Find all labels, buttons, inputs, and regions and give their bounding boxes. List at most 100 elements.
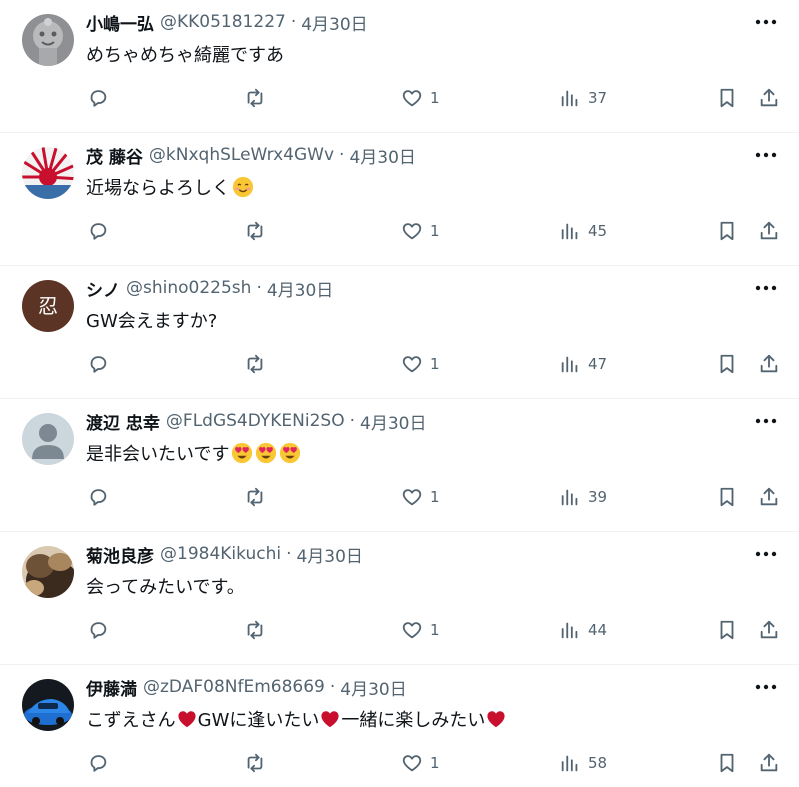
more-icon (755, 684, 777, 690)
like-count: 1 (430, 89, 440, 107)
tweet-header: 菊池良彦 @1984Kikuchi · 4月30日 (86, 542, 739, 567)
bookmark-button[interactable] (716, 217, 738, 245)
tweet[interactable]: 忍 シノ @shino0225sh · 4月30日 GW会えますか? 1 47 (0, 266, 799, 399)
bookmark-button[interactable] (716, 84, 738, 112)
view-count: 58 (588, 754, 608, 772)
separator-dot: · (290, 12, 297, 32)
like-button[interactable]: 1 (401, 483, 440, 511)
user-handle[interactable]: @shino0225sh (126, 278, 251, 298)
avatar[interactable] (22, 546, 74, 598)
avatar[interactable] (22, 14, 74, 66)
retweet-icon (247, 354, 263, 374)
bookmark-button[interactable] (716, 749, 738, 777)
like-button[interactable]: 1 (401, 217, 440, 245)
reply-icon (90, 489, 107, 506)
display-name[interactable]: 伊藤満 (86, 675, 137, 700)
like-icon (402, 223, 422, 240)
avatar[interactable] (22, 147, 74, 199)
tweet[interactable]: 渡辺 忠幸 @FLdGS4DYKENi2SO · 4月30日 是非会いたいです (0, 399, 799, 532)
user-handle[interactable]: @KK05181227 (160, 12, 286, 32)
like-button[interactable]: 1 (401, 84, 440, 112)
tweet-date[interactable]: 4月30日 (340, 675, 406, 700)
bookmark-button[interactable] (716, 616, 738, 644)
bookmark-icon (720, 221, 734, 241)
tweet[interactable]: 茂 藤谷 @kNxqhSLeWrx4GWv · 4月30日 近場ならよろしく 1… (0, 133, 799, 266)
like-button[interactable]: 1 (401, 350, 440, 378)
reply-button[interactable] (87, 616, 109, 644)
tweet-date[interactable]: 4月30日 (267, 276, 333, 301)
tweet-text-part: GWに逢いたい (197, 710, 320, 731)
tweet-date[interactable]: 4月30日 (296, 542, 362, 567)
display-name[interactable]: 茂 藤谷 (86, 143, 143, 168)
more-options-button[interactable] (753, 544, 779, 564)
views-button[interactable]: 44 (559, 616, 607, 644)
like-button[interactable]: 1 (401, 749, 440, 777)
views-button[interactable]: 58 (559, 749, 607, 777)
views-button[interactable]: 45 (559, 217, 607, 245)
views-button[interactable]: 39 (559, 483, 607, 511)
tweet-text-part: 一緒に楽しみたい (341, 710, 486, 731)
share-button[interactable] (758, 350, 780, 378)
action-bar: 1 44 (0, 616, 799, 644)
user-handle[interactable]: @1984Kikuchi (160, 544, 281, 564)
share-button[interactable] (758, 749, 780, 777)
like-icon (402, 90, 422, 107)
retweet-button[interactable] (244, 350, 266, 378)
retweet-button[interactable] (244, 749, 266, 777)
like-icon (402, 755, 422, 772)
more-options-button[interactable] (753, 677, 779, 697)
views-button[interactable]: 47 (559, 350, 607, 378)
user-handle[interactable]: @FLdGS4DYKENi2SO (166, 411, 345, 431)
avatar[interactable] (22, 679, 74, 731)
reply-button[interactable] (87, 483, 109, 511)
more-options-button[interactable] (753, 411, 779, 431)
action-bar: 1 37 (0, 84, 799, 112)
reply-icon (90, 755, 107, 772)
tweet-text-part: 是非会いたいです (86, 444, 230, 465)
reply-button[interactable] (87, 84, 109, 112)
retweet-button[interactable] (244, 217, 266, 245)
retweet-button[interactable] (244, 616, 266, 644)
retweet-icon (247, 221, 263, 241)
more-icon (755, 551, 777, 557)
user-handle[interactable]: @kNxqhSLeWrx4GWv (149, 145, 334, 165)
views-icon (561, 622, 578, 639)
red-heart-emoji (178, 711, 196, 728)
more-options-button[interactable] (753, 278, 779, 298)
like-button[interactable]: 1 (401, 616, 440, 644)
reply-button[interactable] (87, 350, 109, 378)
bookmark-button[interactable] (716, 483, 738, 511)
reply-button[interactable] (87, 749, 109, 777)
share-button[interactable] (758, 217, 780, 245)
tweet[interactable]: 伊藤満 @zDAF08NfEm68669 · 4月30日 こずえさん GWに逢い… (0, 665, 799, 787)
tweet[interactable]: 小嶋一弘 @KK05181227 · 4月30日 めちゃめちゃ綺麗ですあ 1 3… (0, 0, 799, 133)
display-name[interactable]: 菊池良彦 (86, 542, 154, 567)
bookmark-icon (720, 354, 734, 374)
retweet-button[interactable] (244, 84, 266, 112)
display-name[interactable]: 小嶋一弘 (86, 10, 154, 35)
tweet-date[interactable]: 4月30日 (349, 143, 415, 168)
tweet-text: 是非会いたいです (86, 440, 301, 466)
retweet-icon (247, 620, 263, 640)
bookmark-button[interactable] (716, 350, 738, 378)
reply-icon (90, 223, 107, 240)
tweet-text-part: 近場ならよろしく (86, 178, 230, 199)
reply-button[interactable] (87, 217, 109, 245)
share-button[interactable] (758, 616, 780, 644)
avatar[interactable] (22, 413, 74, 465)
share-button[interactable] (758, 483, 780, 511)
tweet-date[interactable]: 4月30日 (301, 10, 367, 35)
retweet-button[interactable] (244, 483, 266, 511)
share-button[interactable] (758, 84, 780, 112)
user-handle[interactable]: @zDAF08NfEm68669 (143, 677, 325, 697)
tweet[interactable]: 菊池良彦 @1984Kikuchi · 4月30日 会ってみたいです。 1 44 (0, 532, 799, 665)
display-name[interactable]: 渡辺 忠幸 (86, 409, 160, 434)
views-button[interactable]: 37 (559, 84, 607, 112)
display-name[interactable]: シノ (86, 276, 120, 301)
more-options-button[interactable] (753, 145, 779, 165)
share-icon (760, 620, 778, 639)
separator-dot: · (339, 145, 345, 165)
avatar[interactable]: 忍 (22, 280, 74, 332)
tweet-date[interactable]: 4月30日 (360, 409, 426, 434)
more-options-button[interactable] (753, 12, 779, 32)
